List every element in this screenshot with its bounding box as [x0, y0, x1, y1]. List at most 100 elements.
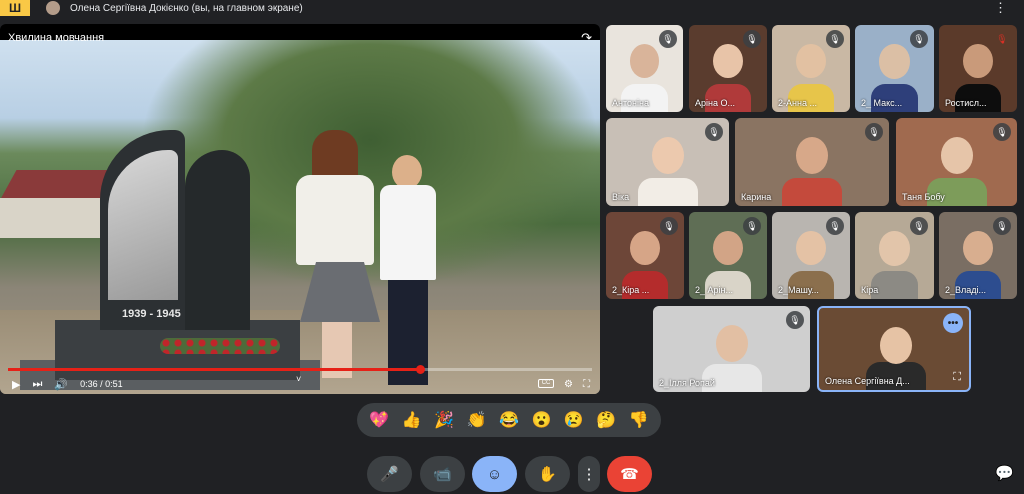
crying-icon[interactable]: 😢: [564, 410, 584, 430]
participant-tile[interactable]: 2_ Арін... 🎙: [689, 212, 767, 299]
monument-years: 1939 - 1945: [122, 308, 181, 320]
participant-tile[interactable]: 2_Кіра ... 🎙: [606, 212, 684, 299]
emoji-reactions-button[interactable]: ☺: [472, 456, 517, 492]
raise-hand-icon: ✋: [538, 466, 557, 483]
participant-video-face: [715, 324, 748, 362]
hang-up-icon: ☎: [620, 466, 639, 483]
mic-off-icon: 🎙: [910, 30, 928, 48]
participant-name: Ростисл...: [945, 98, 987, 108]
participant-video-face: [651, 137, 684, 175]
mic-off-icon: 🎙: [659, 30, 677, 48]
participant-video-face: [963, 231, 993, 266]
participant-name: Кіра: [861, 285, 879, 295]
mic-off-icon: 🎙: [826, 30, 844, 48]
call-controls: 🎤 📹 ☺ ✋ ⋮ ☎ 💬: [0, 450, 1024, 494]
participant-video-face: [796, 137, 828, 175]
more-options-icon[interactable]: •••: [943, 313, 963, 333]
participant-name: 2_ Макс...: [861, 98, 903, 108]
thumbs-down-icon[interactable]: 👎: [629, 410, 649, 430]
participant-name: 2-Анна ...: [778, 98, 817, 108]
mic-off-icon: 🎙: [865, 123, 883, 141]
captions-icon[interactable]: CC: [538, 378, 555, 388]
participant-name: 2_Машу...: [778, 285, 819, 295]
mic-off-icon: 🎙: [826, 217, 844, 235]
camera-button[interactable]: 📹: [420, 456, 465, 492]
surprised-icon[interactable]: 😮: [531, 410, 551, 430]
party-popper-icon[interactable]: 🎉: [434, 410, 454, 430]
video-time: 0:36 / 0:51: [80, 379, 123, 389]
thumbs-up-icon[interactable]: 👍: [402, 410, 422, 430]
participant-tile[interactable]: Антоніна 🎙: [606, 25, 683, 112]
settings-icon[interactable]: ⚙: [564, 379, 573, 390]
emoji-icon: ☺: [486, 465, 503, 483]
app-logo: Ш: [0, 0, 30, 16]
participant-tile[interactable]: 2_Машу... 🎙: [772, 212, 850, 299]
participant-video-face: [940, 137, 973, 175]
mic-off-icon: 🎙: [996, 33, 1008, 44]
mic-off-icon: 🎙: [786, 311, 804, 329]
participant-video-face: [963, 44, 993, 79]
video-progress-fill: [8, 368, 421, 371]
chevron-down-icon[interactable]: ˅: [296, 374, 301, 384]
participant-video-face: [796, 231, 826, 266]
participant-name: Таня Бобу: [902, 192, 945, 202]
more-options-icon[interactable]: ⋮: [994, 0, 1008, 16]
mic-off-icon: 🎙: [660, 217, 678, 235]
participant-name: 2_Владі...: [945, 285, 987, 295]
mic-off-icon: 🎙: [705, 123, 723, 141]
house: [0, 198, 100, 238]
share-icon[interactable]: ↷: [581, 30, 592, 46]
participant-video-face: [629, 44, 660, 78]
camera-icon: 📹: [433, 466, 452, 483]
top-bar: Ш Олена Сергіївна Докієнко (вы, на главн…: [0, 0, 1024, 16]
participant-tile[interactable]: 2_ Макс... 🎙: [855, 25, 934, 112]
participant-tile[interactable]: 2_Ілля Ропай 🎙: [653, 306, 810, 392]
leave-call-button[interactable]: ☎: [607, 456, 652, 492]
laughing-icon[interactable]: 😂: [499, 410, 519, 430]
play-icon[interactable]: ▶: [12, 378, 20, 391]
chat-icon[interactable]: 💬: [995, 464, 1014, 482]
reactions-bar: 💖 👍 🎉 👏 😂 😮 😢 🤔 👎: [357, 403, 661, 437]
video-frame[interactable]: 1939 - 1945: [0, 40, 600, 394]
participant-name: 2_Кіра ...: [612, 285, 650, 295]
mic-off-icon: 🎙: [993, 217, 1011, 235]
participant-video-body: [782, 177, 842, 206]
clapping-icon[interactable]: 👏: [467, 410, 487, 430]
volume-icon[interactable]: 🔊: [54, 378, 68, 391]
participant-video-face: [879, 44, 910, 79]
participant-name: 2_Ілля Ропай: [659, 378, 715, 388]
participant-tile[interactable]: Ростисл... 🎙: [939, 25, 1017, 112]
participant-video-body: [637, 177, 698, 206]
participant-name: Карина: [741, 192, 772, 202]
participant-tile[interactable]: Кіра 🎙: [855, 212, 934, 299]
participant-video-face: [880, 326, 912, 364]
fullscreen-icon[interactable]: ⛶: [583, 379, 590, 390]
participant-tile[interactable]: Таня Бобу 🎙: [896, 118, 1017, 206]
participant-tile[interactable]: 2-Анна ... 🎙: [772, 25, 850, 112]
shared-screen: 1939 - 1945 Хвилина мовчання ↷ ▶ ⏭ 🔊 0:3…: [0, 24, 600, 394]
more-options-button[interactable]: ⋮: [578, 456, 600, 492]
video-progress-bar[interactable]: [8, 365, 592, 374]
self-tile[interactable]: Олена Сергіївна Д... ••• ⛶: [817, 306, 971, 392]
participant-name: Антоніна: [612, 98, 649, 108]
house-roof: [0, 170, 110, 200]
crop-icon[interactable]: ⛶: [953, 371, 961, 384]
participant-tile[interactable]: 2_Владі... 🎙: [939, 212, 1017, 299]
participant-tile[interactable]: Аріна О... 🎙: [689, 25, 767, 112]
video-title: Хвилина мовчання: [8, 32, 105, 44]
participant-video-face: [796, 44, 826, 79]
next-icon[interactable]: ⏭: [32, 378, 42, 391]
participant-tile[interactable]: Віка 🎙: [606, 118, 729, 206]
participant-video-face: [713, 44, 743, 79]
participant-tile[interactable]: Карина 🎙: [735, 118, 889, 206]
more-vert-icon: ⋮: [581, 466, 597, 483]
video-controls: ▶ ⏭ 🔊 0:36 / 0:51 ˅ CC ⚙ ⛶: [0, 374, 600, 394]
raise-hand-button[interactable]: ✋: [525, 456, 570, 492]
participant-name: 2_ Арін...: [695, 285, 733, 295]
mic-off-icon: 🎙: [743, 217, 761, 235]
participant-name: Олена Сергіївна Д...: [825, 376, 910, 386]
sparkling-heart-icon[interactable]: 💖: [369, 410, 389, 430]
microphone-button[interactable]: 🎤: [367, 456, 412, 492]
thinking-icon[interactable]: 🤔: [596, 410, 616, 430]
girl-figure: [290, 130, 380, 380]
